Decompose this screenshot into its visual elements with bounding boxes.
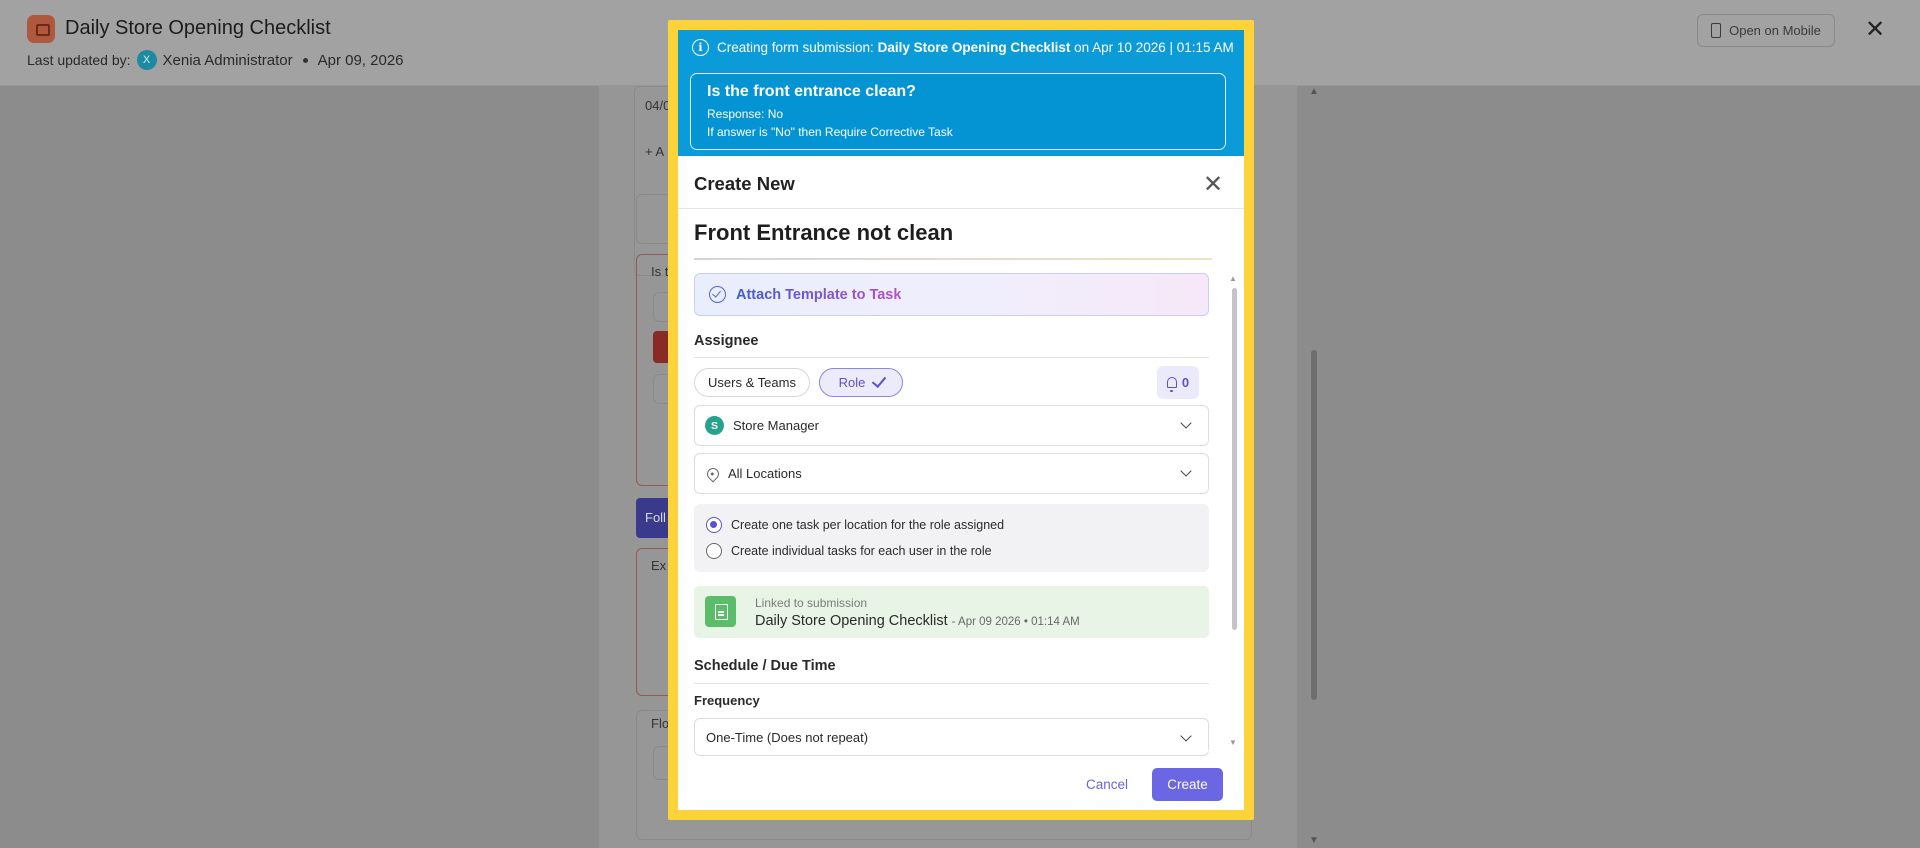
notification-button[interactable]: 0 <box>1157 366 1199 399</box>
option-per-location[interactable]: Create one task per location for the rol… <box>706 517 1004 533</box>
divider <box>678 750 1244 751</box>
last-updated-label: Last updated by: <box>27 52 131 68</box>
linked-label: Linked to submission <box>755 596 868 610</box>
submission-banner: i Creating form submission: Daily Store … <box>678 30 1244 156</box>
cancel-button[interactable]: Cancel <box>1078 772 1136 796</box>
task-creation-options: Create one task per location for the rol… <box>694 504 1209 572</box>
page-close-button[interactable]: ✕ <box>1860 14 1890 44</box>
frequency-select-value: One-Time (Does not repeat) <box>706 729 869 745</box>
question-card: Is the front entrance clean? Response: N… <box>690 73 1226 150</box>
updated-by-user: Xenia Administrator <box>162 51 293 69</box>
tab-role[interactable]: Role <box>819 368 903 397</box>
modal-scrollbar[interactable] <box>1232 288 1237 630</box>
create-button[interactable]: Create <box>1152 768 1223 801</box>
tab-users-teams-label: Users & Teams <box>708 375 796 390</box>
linked-form-name: Daily Store Opening Checklist <box>755 613 948 629</box>
task-title-input[interactable]: Front Entrance not clean <box>694 220 953 246</box>
divider <box>678 208 1244 209</box>
separator-dot <box>302 57 308 63</box>
bg-ex-stub: Ex <box>651 558 667 573</box>
divider <box>694 683 1209 684</box>
modal-title: Create New <box>694 173 795 194</box>
option-per-user-label: Create individual tasks for each user in… <box>731 544 992 558</box>
banner-suffix: on Apr 10 2026 | 01:15 AM <box>1074 40 1234 55</box>
bg-add-stub: + A <box>645 144 665 159</box>
checkmark-icon <box>872 372 887 389</box>
divider <box>694 357 1209 358</box>
role-select-value: Store Manager <box>733 418 819 433</box>
avatar: X <box>136 50 157 70</box>
question-rule: If answer is "No" then Require Correctiv… <box>707 125 953 139</box>
attach-template-label: Attach Template to Task <box>736 286 902 303</box>
page-scrollbar[interactable] <box>1311 350 1317 700</box>
chevron-down-icon <box>1180 465 1192 477</box>
location-select[interactable]: All Locations <box>694 453 1209 494</box>
page-title: Daily Store Opening Checklist <box>65 17 331 39</box>
option-per-location-label: Create one task per location for the rol… <box>731 518 1005 532</box>
scroll-up-icon[interactable]: ▲ <box>1229 274 1237 283</box>
info-icon: i <box>692 39 709 56</box>
bg-follow-stub: Foll <box>645 510 666 525</box>
attach-template-button[interactable]: Attach Template to Task <box>694 273 1209 316</box>
linked-submission: Linked to submission Daily Store Opening… <box>694 586 1209 638</box>
location-select-value: All Locations <box>728 466 802 481</box>
radio-unselected[interactable] <box>706 543 722 559</box>
chevron-down-icon <box>1180 730 1192 742</box>
chevron-down-icon <box>1180 417 1192 429</box>
option-per-user[interactable]: Create individual tasks for each user in… <box>706 543 992 559</box>
document-icon <box>705 596 736 627</box>
close-icon[interactable]: ✕ <box>1200 171 1226 198</box>
linked-date: Apr 09 2026 • 01:14 AM <box>958 616 1080 628</box>
bg-is-stub: Is t <box>651 264 669 279</box>
open-on-mobile-button[interactable]: Open on Mobile <box>1697 14 1835 47</box>
question-title: Is the front entrance clean? <box>707 83 916 100</box>
schedule-label: Schedule / Due Time <box>694 658 836 674</box>
radio-selected[interactable] <box>706 517 722 533</box>
banner-prefix: Creating form submission: <box>717 40 874 55</box>
notification-count: 0 <box>1181 375 1190 390</box>
scroll-down-icon[interactable]: ▼ <box>1229 738 1237 747</box>
role-select[interactable]: S Store Manager <box>694 405 1209 446</box>
banner-line: i Creating form submission: Daily Store … <box>692 39 1234 56</box>
open-on-mobile-label: Open on Mobile <box>1729 23 1821 38</box>
check-circle-icon <box>709 286 726 303</box>
linked-name: Daily Store Opening Checklist - Apr 09 2… <box>755 613 1080 629</box>
frequency-label: Frequency <box>694 693 760 708</box>
last-updated: Last updated by: X Xenia Administrator A… <box>27 50 404 70</box>
role-avatar: S <box>705 416 724 435</box>
location-pin-icon <box>704 465 722 482</box>
banner-form-name: Daily Store Opening Checklist <box>877 40 1071 55</box>
tab-role-label: Role <box>838 375 866 390</box>
bg-date-stub: 04/0 <box>645 98 671 113</box>
create-task-modal: i Creating form submission: Daily Store … <box>678 30 1244 810</box>
tab-users-teams[interactable]: Users & Teams <box>694 368 810 397</box>
scroll-up-icon[interactable]: ▲ <box>1309 86 1319 97</box>
bell-icon <box>1166 377 1177 392</box>
phone-icon <box>1711 23 1722 38</box>
divider <box>694 258 1212 260</box>
checklist-app-icon <box>27 15 55 43</box>
question-response: Response: No <box>707 107 784 121</box>
scroll-down-icon[interactable]: ▼ <box>1309 835 1319 846</box>
bg-flo-stub: Flo <box>651 716 670 731</box>
updated-date: Apr 09, 2026 <box>317 51 404 69</box>
assignee-label: Assignee <box>694 333 759 349</box>
